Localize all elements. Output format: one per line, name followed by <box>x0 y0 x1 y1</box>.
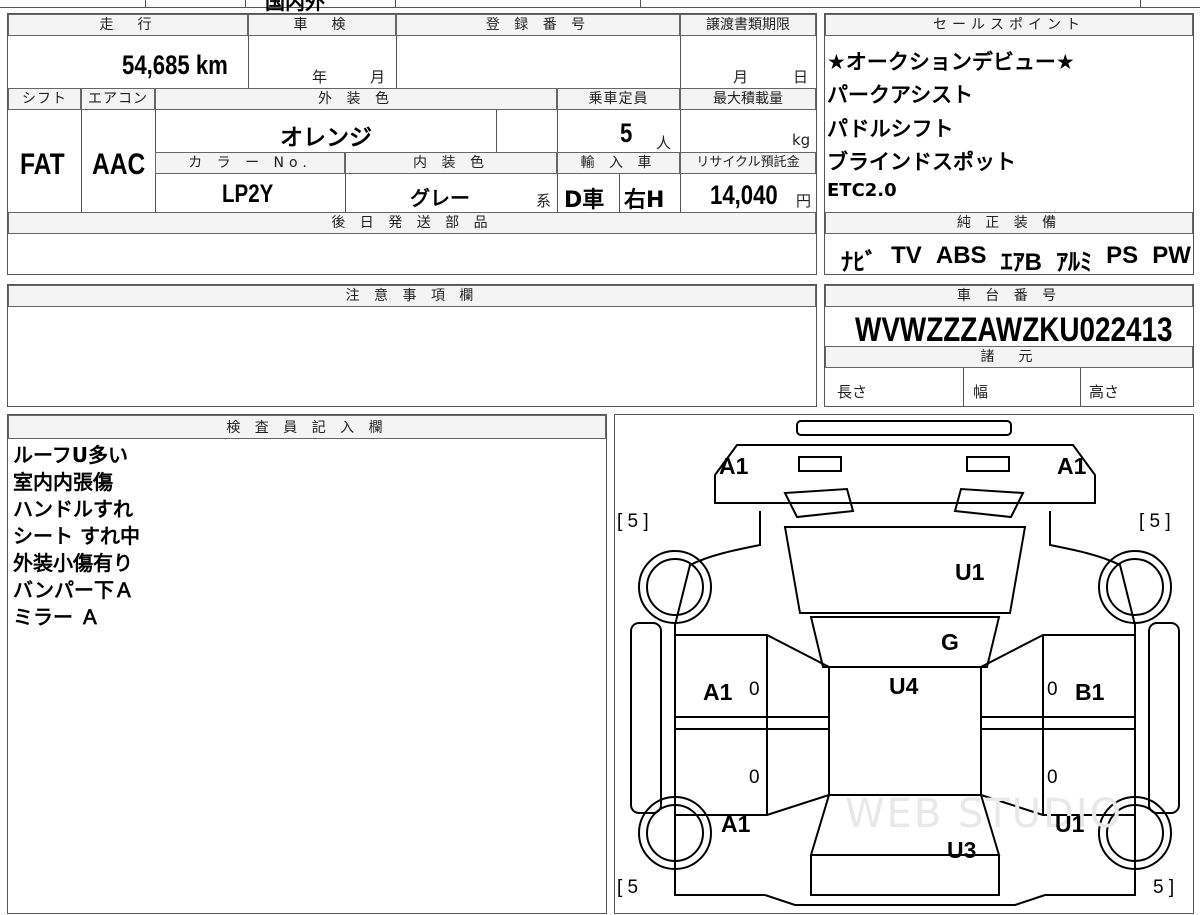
max-load-unit: kg <box>792 131 811 149</box>
later-parts-header: 後 日 発 送 部 品 <box>8 212 816 234</box>
inspector-line: シート すれ中 <box>13 524 140 548</box>
spec-header: 諸 元 <box>825 346 1193 368</box>
notes-panel: 注 意 事 項 欄 <box>7 284 817 407</box>
windshield-grade: G <box>941 629 959 655</box>
width-label: 幅 <box>973 383 989 401</box>
exterior-color-header: 外 装 色 <box>155 88 557 110</box>
interior-color-header: 内 装 色 <box>345 152 557 174</box>
left-front-door-grade: A1 <box>703 679 733 705</box>
sales-points-header: セールスポイント <box>825 14 1193 36</box>
registration-header: 登 録 番 号 <box>396 14 680 36</box>
import-header: 輸 入 車 <box>557 152 680 174</box>
recycle-header: リサイクル預託金 <box>680 152 816 174</box>
inspector-line: 室内内張傷 <box>13 470 113 494</box>
sales-point-item: ETC2.0 <box>827 180 897 201</box>
chassis-header: 車 台 番 号 <box>825 285 1193 307</box>
notes-header: 注 意 事 項 欄 <box>8 285 816 307</box>
import-value-drive: D車 <box>564 188 605 213</box>
equipment-header: 純 正 装 備 <box>825 212 1193 234</box>
mileage-header: 走 行 <box>8 14 248 36</box>
right-front-door-zero: 0 <box>1047 679 1058 700</box>
tire-front-right-label: [ 5 ] <box>1139 511 1171 532</box>
equipment-tv: TV <box>891 242 922 269</box>
shift-value: FAT <box>20 148 65 181</box>
equipment-ps: PS <box>1106 242 1139 269</box>
right-front-door-grade: B1 <box>1075 679 1105 705</box>
mileage-value: 54,685 km <box>122 50 228 80</box>
sales-point-item: ブラインドスポット <box>827 150 1016 174</box>
sales-point-item: ★オークションデビュー★ <box>827 50 1075 74</box>
inspector-line: ルーフU多い <box>13 443 129 467</box>
sales-point-item: パドルシフト <box>827 117 954 141</box>
inspector-line: ミラー Ａ <box>13 605 100 629</box>
roof-grade: U4 <box>889 673 919 699</box>
sales-points-panel: セールスポイント ★オークションデビュー★ パークアシスト パドルシフト ブライ… <box>824 13 1194 277</box>
trunk-grade: U3 <box>947 837 977 863</box>
equipment-airbag: ｴｱB <box>1000 249 1042 276</box>
shift-header: シフト <box>8 88 81 110</box>
color-no-value: LP2Y <box>222 180 274 208</box>
ac-value: AAC <box>92 148 146 181</box>
left-rear-door-zero: 0 <box>749 767 760 788</box>
equipment-list: ﾅﾋﾞ TV ABS ｴｱB ｱﾙﾐ PS PW <box>841 242 1191 277</box>
inspection-month: 月 <box>370 68 386 86</box>
tire-rear-right-label: 5 ] <box>1153 877 1175 898</box>
sales-point-item: パークアシスト <box>827 83 974 107</box>
ac-header: エアコン <box>81 88 155 110</box>
inspector-line: ハンドルすれ <box>13 497 133 521</box>
equipment-abs: ABS <box>935 242 987 269</box>
front-left-grade: A1 <box>719 453 749 479</box>
inspector-line: バンパー下Ａ <box>13 578 134 602</box>
left-rear-grade: A1 <box>721 811 751 837</box>
equipment-navi: ﾅﾋﾞ <box>841 249 877 276</box>
interior-color-suffix: 系 <box>536 192 552 210</box>
recycle-value: 14,040 <box>710 180 778 210</box>
inspector-header: 検 査 員 記 入 欄 <box>8 415 606 439</box>
height-label: 高さ <box>1089 383 1120 401</box>
inspector-panel: 検 査 員 記 入 欄 ルーフU多い 室内内張傷 ハンドルすれ シート すれ中 … <box>7 414 607 914</box>
tire-front-left-label: [ 5 ] <box>617 511 649 532</box>
equipment-pw: PW <box>1152 242 1191 269</box>
tire-rear-left-label: [ 5 <box>617 877 639 898</box>
inspector-line: 外装小傷有り <box>13 551 133 575</box>
transfer-deadline-header: 譲渡書類期限 <box>680 14 816 36</box>
left-front-door-zero: 0 <box>749 679 760 700</box>
length-label: 長さ <box>837 383 868 401</box>
inspection-header: 車 検 <box>248 14 396 36</box>
right-rear-grade: U1 <box>1055 811 1085 837</box>
capacity-unit: 人 <box>656 134 672 152</box>
chassis-panel: 車 台 番 号 WVWZZZAWZKU022413 諸 元 長さ 幅 高さ <box>824 284 1194 407</box>
inspection-year: 年 <box>312 68 328 86</box>
import-value-handle: 右H <box>624 188 665 213</box>
capacity-header: 乗車定員 <box>557 88 680 110</box>
car-outline <box>630 420 1180 906</box>
damage-diagram-panel: WEB STUDIO [ 5 ] [ 5 ] [ 5 5 ] A1 A1 U1 … <box>614 414 1194 914</box>
top-strip: 国内外 <box>0 0 1200 14</box>
recycle-unit: 円 <box>796 192 812 210</box>
vehicle-info-table: 走 行 車 検 登 録 番 号 譲渡書類期限 54,685 km 年 月 月 日… <box>7 13 817 275</box>
capacity-value: 5 <box>620 118 633 148</box>
front-right-grade: A1 <box>1057 453 1087 479</box>
right-rear-door-zero: 0 <box>1047 767 1058 788</box>
max-load-header: 最大積載量 <box>680 88 816 110</box>
exterior-color-value: オレンジ <box>280 125 372 151</box>
transfer-month: 月 <box>733 68 749 86</box>
color-no-header: カ ラ ー No. <box>155 152 345 174</box>
interior-color-value: グレー <box>410 186 470 210</box>
bonnet-grade: U1 <box>955 559 985 585</box>
equipment-alloy: ｱﾙﾐ <box>1056 249 1093 276</box>
chassis-number: WVWZZZAWZKU022413 <box>855 311 1173 349</box>
transfer-day: 日 <box>793 68 809 86</box>
